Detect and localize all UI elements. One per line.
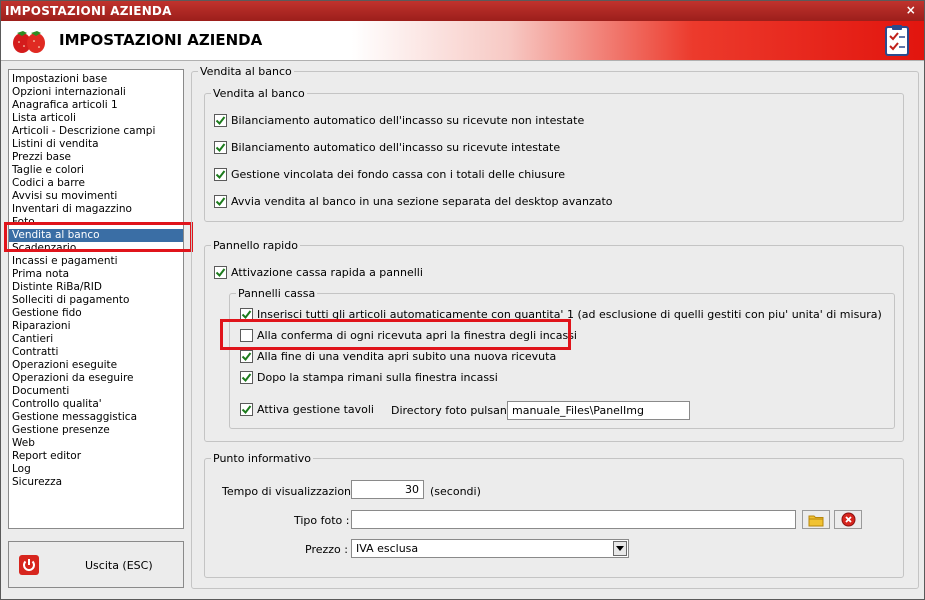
sidebar-item[interactable]: Contratti xyxy=(9,346,183,359)
sidebar-item[interactable]: Controllo qualita' xyxy=(9,398,183,411)
option-label: Dopo la stampa rimani sulla finestra inc… xyxy=(257,370,498,384)
checkbox[interactable] xyxy=(214,140,227,154)
checklist-icon xyxy=(885,25,909,56)
header-banner: IMPOSTAZIONI AZIENDA xyxy=(1,21,924,61)
settings-window: IMPOSTAZIONI AZIENDA × IMPOSTAZIONI AZIE… xyxy=(0,0,925,600)
sidebar-item[interactable]: Gestione fido xyxy=(9,307,183,320)
sidebar-item[interactable]: Documenti xyxy=(9,385,183,398)
checkmark-icon xyxy=(241,404,252,414)
sidebar-item[interactable]: Operazioni eseguite xyxy=(9,359,183,372)
checkmark-icon xyxy=(215,267,226,277)
option-nuova-ricevuta[interactable]: Alla fine di una vendita apri subito una… xyxy=(240,349,556,363)
prezzo-value: IVA esclusa xyxy=(356,542,419,555)
sidebar-item[interactable]: Articoli - Descrizione campi xyxy=(9,125,183,138)
tipo-foto-input[interactable] xyxy=(351,510,796,529)
chevron-down-icon[interactable] xyxy=(613,541,627,556)
sidebar-item[interactable]: Opzioni internazionali xyxy=(9,86,183,99)
sidebar-item[interactable]: Sicurezza xyxy=(9,476,183,489)
checkmark-icon xyxy=(241,351,252,361)
option-gestione-tavoli[interactable]: Attiva gestione tavoli xyxy=(240,402,374,416)
vendita-legend: Vendita al banco xyxy=(213,87,305,100)
checkmark-icon xyxy=(215,169,226,179)
sidebar-item[interactable]: Prezzi base xyxy=(9,151,183,164)
main-group-title: Vendita al banco xyxy=(200,65,292,78)
checkmark-icon xyxy=(241,309,252,319)
strawberries-icon xyxy=(13,31,45,53)
sidebar-item[interactable]: Incassi e pagamenti xyxy=(9,255,183,268)
header-title: IMPOSTAZIONI AZIENDA xyxy=(59,31,263,49)
tempo-unit: (secondi) xyxy=(430,485,481,498)
checkmark-icon xyxy=(215,196,226,206)
sidebar-item[interactable]: Log xyxy=(9,463,183,476)
option-bilanciamento-intestate[interactable]: Bilanciamento automatico dell'incasso su… xyxy=(214,140,560,154)
tipo-foto-label: Tipo foto : xyxy=(294,514,350,527)
checkmark-icon xyxy=(215,142,226,152)
tempo-input[interactable]: 30 xyxy=(351,480,424,499)
option-label: Attivazione cassa rapida a pannelli xyxy=(231,265,423,279)
sidebar-item[interactable]: Cantieri xyxy=(9,333,183,346)
browse-folder-button[interactable] xyxy=(802,510,830,529)
folder-icon xyxy=(808,515,824,526)
sidebar-item[interactable]: Report editor xyxy=(9,450,183,463)
sidebar-item[interactable]: Listini di vendita xyxy=(9,138,183,151)
power-icon xyxy=(19,555,39,575)
sidebar-item[interactable]: Solleciti di pagamento xyxy=(9,294,183,307)
option-label: Avvia vendita al banco in una sezione se… xyxy=(231,194,613,208)
tempo-label: Tempo di visualizzazione : xyxy=(222,485,365,498)
sidebar-item[interactable]: Gestione messaggistica xyxy=(9,411,183,424)
prezzo-label: Prezzo : xyxy=(305,543,348,556)
sidebar-item[interactable]: Lista articoli xyxy=(9,112,183,125)
option-label: Alla fine di una vendita apri subito una… xyxy=(257,349,557,363)
option-label: Bilanciamento automatico dell'incasso su… xyxy=(231,140,561,154)
sidebar-item[interactable]: Distinte RiBa/RID xyxy=(9,281,183,294)
sidebar-item[interactable]: Avvisi su movimenti xyxy=(9,190,183,203)
option-gestione-vincolata[interactable]: Gestione vincolata dei fondo cassa con i… xyxy=(214,167,565,181)
pannelli-cassa-legend: Pannelli cassa xyxy=(238,287,316,300)
option-avvia-vendita[interactable]: Avvia vendita al banco in una sezione se… xyxy=(214,194,613,208)
exit-button-label: Uscita (ESC) xyxy=(85,559,153,572)
checkbox[interactable] xyxy=(240,370,253,384)
option-attivazione-cassa[interactable]: Attivazione cassa rapida a pannelli xyxy=(214,265,423,279)
option-bilanciamento-non-intestate[interactable]: Bilanciamento automatico dell'incasso su… xyxy=(214,113,584,127)
sidebar-item[interactable]: Anagrafica articoli 1 xyxy=(9,99,183,112)
sidebar-item[interactable]: Codici a barre xyxy=(9,177,183,190)
highlight-box-option xyxy=(220,319,571,350)
sidebar-item[interactable]: Gestione presenze xyxy=(9,424,183,437)
clear-icon xyxy=(841,512,855,527)
checkmark-icon xyxy=(241,372,252,382)
window-title: IMPOSTAZIONI AZIENDA xyxy=(5,4,172,18)
clear-button[interactable] xyxy=(834,510,862,529)
sidebar-item[interactable]: Operazioni da eseguire xyxy=(9,372,183,385)
sidebar-item[interactable]: Web xyxy=(9,437,183,450)
checkbox[interactable] xyxy=(240,402,253,416)
sidebar-item[interactable]: Prima nota xyxy=(9,268,183,281)
checkbox[interactable] xyxy=(214,194,227,208)
sidebar-item[interactable]: Taglie e colori xyxy=(9,164,183,177)
option-label: Bilanciamento automatico dell'incasso su… xyxy=(231,113,585,127)
checkmark-icon xyxy=(215,115,226,125)
option-label: Gestione vincolata dei fondo cassa con i… xyxy=(231,167,566,181)
sidebar-item[interactable]: Inventari di magazzino xyxy=(9,203,183,216)
sidebar-list[interactable]: Impostazioni base Opzioni internazionali A… xyxy=(8,69,184,529)
pannello-legend: Pannello rapido xyxy=(213,239,298,252)
sidebar-item[interactable]: Riparazioni xyxy=(9,320,183,333)
highlight-box-sidebar xyxy=(4,222,193,252)
prezzo-select[interactable]: IVA esclusa xyxy=(351,539,629,558)
checkbox[interactable] xyxy=(214,167,227,181)
checkbox[interactable] xyxy=(214,113,227,127)
checkbox[interactable] xyxy=(240,349,253,363)
title-bar: IMPOSTAZIONI AZIENDA × xyxy=(1,1,924,21)
checkbox[interactable] xyxy=(214,265,227,279)
close-button[interactable]: × xyxy=(906,3,916,17)
option-dopo-stampa[interactable]: Dopo la stampa rimani sulla finestra inc… xyxy=(240,370,498,384)
sidebar-item[interactable]: Impostazioni base xyxy=(9,73,183,86)
option-label: Attiva gestione tavoli xyxy=(257,402,374,416)
exit-button[interactable]: Uscita (ESC) xyxy=(8,541,184,588)
directory-input[interactable]: manuale_Files\PanelImg xyxy=(507,401,690,420)
directory-label: Directory foto pulsanti : xyxy=(391,404,522,417)
punto-legend: Punto informativo xyxy=(213,452,311,465)
